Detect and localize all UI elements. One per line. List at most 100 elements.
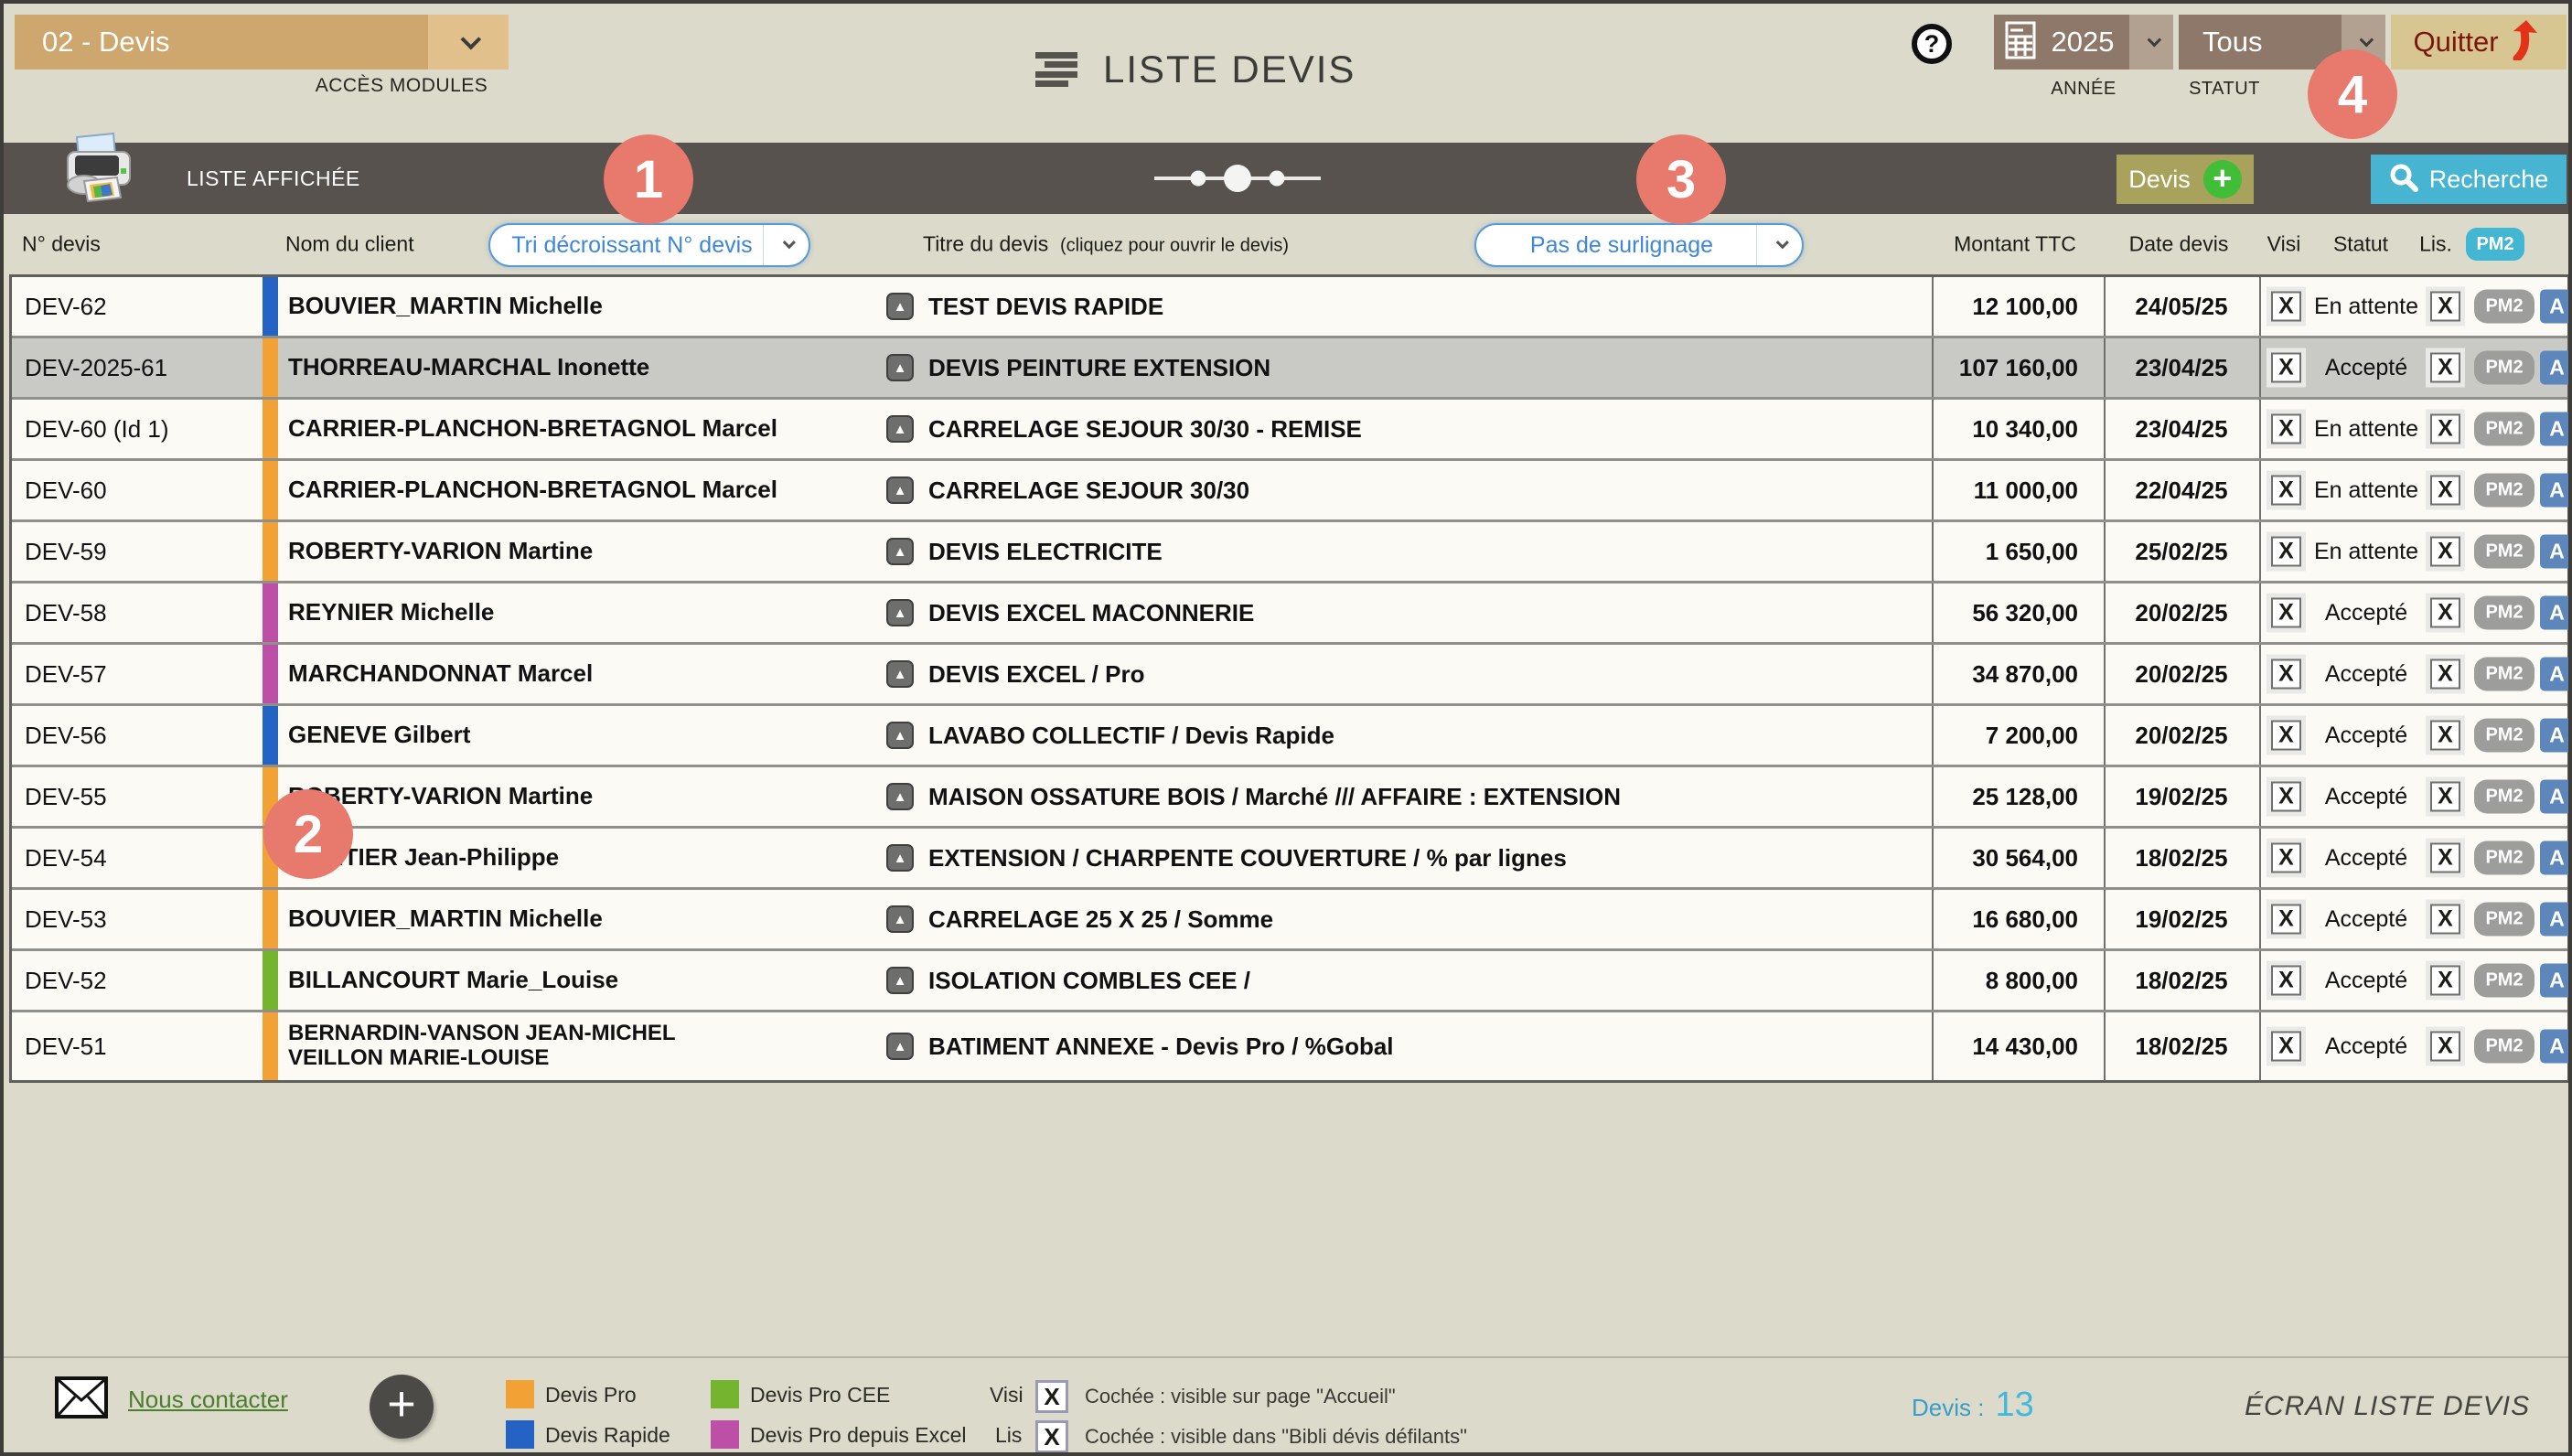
devis-title[interactable]: MAISON OSSATURE BOIS / Marché /// AFFAIR…: [928, 767, 1621, 826]
pm2-badge[interactable]: PM2: [2474, 474, 2534, 508]
table-row[interactable]: DEV-59 ROBERTY-VARION Martine ▲ DEVIS EL…: [12, 522, 2567, 583]
devis-title[interactable]: ISOLATION COMBLES CEE /: [928, 951, 1250, 1010]
printer-icon[interactable]: [57, 132, 141, 215]
quit-button[interactable]: Quitter: [2391, 15, 2567, 70]
table-row[interactable]: DEV-55 ROBERTY-VARION Martine ▲ MAISON O…: [12, 767, 2567, 829]
lis-checkbox[interactable]: X: [2430, 598, 2460, 628]
pm2-badge[interactable]: PM2: [2474, 351, 2534, 385]
table-row[interactable]: DEV-60 CARRIER-PLANCHON-BRETAGNOL Marcel…: [12, 461, 2567, 522]
pm2-badge[interactable]: PM2: [2474, 535, 2534, 569]
search-button[interactable]: Recherche: [2371, 155, 2567, 204]
slider-dot-small-left[interactable]: [1191, 171, 1206, 187]
a-badge[interactable]: A: [2540, 658, 2572, 691]
devis-title[interactable]: DEVIS PEINTURE EXTENSION: [928, 338, 1270, 397]
devis-title[interactable]: DEVIS ELECTRICITE: [928, 522, 1163, 581]
lis-checkbox[interactable]: X: [2430, 966, 2460, 996]
open-devis-icon[interactable]: ▲: [886, 599, 914, 626]
pm2-badge[interactable]: PM2: [2474, 412, 2534, 446]
slider-dot-large[interactable]: [1224, 165, 1251, 192]
pm2-badge[interactable]: PM2: [2474, 780, 2534, 814]
a-badge[interactable]: A: [2540, 351, 2572, 385]
open-devis-icon[interactable]: ▲: [886, 476, 914, 504]
add-button[interactable]: +: [370, 1375, 434, 1439]
lis-checkbox[interactable]: X: [2430, 414, 2460, 444]
lis-checkbox[interactable]: X: [2430, 659, 2460, 690]
table-row[interactable]: DEV-51 BERNARDIN-VANSON JEAN-MICHELVEILL…: [12, 1012, 2567, 1080]
pm2-badge[interactable]: PM2: [2474, 1030, 2534, 1064]
pm2-badge[interactable]: PM2: [2474, 290, 2534, 324]
a-badge[interactable]: A: [2540, 719, 2572, 753]
sort-dropdown[interactable]: Tri décroissant N° devis: [488, 223, 810, 267]
lis-checkbox[interactable]: X: [2430, 721, 2460, 751]
lis-checkbox[interactable]: X: [2430, 476, 2460, 506]
open-devis-icon[interactable]: ▲: [886, 1033, 914, 1060]
visi-checkbox[interactable]: X: [2271, 1032, 2301, 1062]
open-devis-icon[interactable]: ▲: [886, 660, 914, 688]
pm2-badge[interactable]: PM2: [2474, 964, 2534, 998]
pm2-badge[interactable]: PM2: [2474, 903, 2534, 937]
table-row[interactable]: DEV-60 (Id 1) CARRIER-PLANCHON-BRETAGNOL…: [12, 400, 2567, 461]
table-row[interactable]: DEV-57 MARCHANDONNAT Marcel ▲ DEVIS EXCE…: [12, 645, 2567, 706]
table-row[interactable]: DEV-58 REYNIER Michelle ▲ DEVIS EXCEL MA…: [12, 583, 2567, 645]
slider-dot-small-right[interactable]: [1270, 171, 1285, 187]
visi-checkbox[interactable]: X: [2271, 292, 2301, 322]
a-badge[interactable]: A: [2540, 780, 2572, 814]
open-devis-icon[interactable]: ▲: [886, 538, 914, 565]
a-badge[interactable]: A: [2540, 964, 2572, 998]
open-devis-icon[interactable]: ▲: [886, 354, 914, 381]
lis-checkbox[interactable]: X: [2430, 537, 2460, 567]
visi-checkbox[interactable]: X: [2271, 782, 2301, 812]
devis-title[interactable]: DEVIS EXCEL MACONNERIE: [928, 583, 1254, 642]
open-devis-icon[interactable]: ▲: [886, 722, 914, 749]
visi-checkbox[interactable]: X: [2271, 721, 2301, 751]
table-row[interactable]: DEV-56 GENEVE Gilbert ▲ LAVABO COLLECTIF…: [12, 706, 2567, 767]
open-devis-icon[interactable]: ▲: [886, 783, 914, 810]
help-icon[interactable]: ?: [1912, 24, 1952, 64]
devis-title[interactable]: CARRELAGE 25 X 25 / Somme: [928, 890, 1273, 948]
devis-title[interactable]: CARRELAGE SEJOUR 30/30: [928, 461, 1249, 519]
pm2-badge[interactable]: PM2: [2474, 596, 2534, 630]
pm2-badge[interactable]: PM2: [2474, 658, 2534, 691]
visi-checkbox[interactable]: X: [2271, 966, 2301, 996]
devis-title[interactable]: LAVABO COLLECTIF / Devis Rapide: [928, 706, 1334, 765]
lis-checkbox[interactable]: X: [2430, 843, 2460, 873]
list-size-slider[interactable]: [1154, 143, 1321, 214]
open-devis-icon[interactable]: ▲: [886, 415, 914, 443]
lis-checkbox[interactable]: X: [2430, 782, 2460, 812]
pm2-badge[interactable]: PM2: [2474, 841, 2534, 875]
visi-checkbox[interactable]: X: [2271, 843, 2301, 873]
pm2-badge[interactable]: PM2: [2474, 719, 2534, 753]
a-badge[interactable]: A: [2540, 1030, 2572, 1064]
table-row[interactable]: DEV-54 MONTIER Jean-Philippe ▲ EXTENSION…: [12, 829, 2567, 890]
visi-checkbox[interactable]: X: [2271, 905, 2301, 935]
open-devis-icon[interactable]: ▲: [886, 967, 914, 994]
a-badge[interactable]: A: [2540, 412, 2572, 446]
a-badge[interactable]: A: [2540, 903, 2572, 937]
table-row[interactable]: DEV-53 BOUVIER_MARTIN Michelle ▲ CARRELA…: [12, 890, 2567, 951]
devis-title[interactable]: DEVIS EXCEL / Pro: [928, 645, 1144, 703]
visi-checkbox[interactable]: X: [2271, 598, 2301, 628]
module-selector[interactable]: 02 - Devis: [15, 15, 509, 70]
a-badge[interactable]: A: [2540, 841, 2572, 875]
open-devis-icon[interactable]: ▲: [886, 293, 914, 320]
visi-checkbox[interactable]: X: [2271, 476, 2301, 506]
visi-checkbox[interactable]: X: [2271, 353, 2301, 383]
year-selector[interactable]: 2025: [1994, 15, 2173, 70]
visi-checkbox[interactable]: X: [2271, 414, 2301, 444]
visi-checkbox[interactable]: X: [2271, 537, 2301, 567]
devis-title[interactable]: CARRELAGE SEJOUR 30/30 - REMISE: [928, 400, 1362, 458]
new-devis-button[interactable]: Devis +: [2117, 155, 2254, 204]
lis-checkbox[interactable]: X: [2430, 292, 2460, 322]
a-badge[interactable]: A: [2540, 290, 2572, 324]
devis-title[interactable]: TEST DEVIS RAPIDE: [928, 277, 1163, 336]
lis-checkbox[interactable]: X: [2430, 1032, 2460, 1062]
devis-title[interactable]: BATIMENT ANNEXE - Devis Pro / %Gobal: [928, 1012, 1394, 1080]
open-devis-icon[interactable]: ▲: [886, 905, 914, 933]
lis-checkbox[interactable]: X: [2430, 353, 2460, 383]
a-badge[interactable]: A: [2540, 535, 2572, 569]
table-row[interactable]: DEV-62 BOUVIER_MARTIN Michelle ▲ TEST DE…: [12, 277, 2567, 338]
visi-checkbox[interactable]: X: [2271, 659, 2301, 690]
table-row[interactable]: DEV-52 BILLANCOURT Marie_Louise ▲ ISOLAT…: [12, 951, 2567, 1012]
open-devis-icon[interactable]: ▲: [886, 844, 914, 872]
table-row[interactable]: DEV-2025-61 THORREAU-MARCHAL Inonette ▲ …: [12, 338, 2567, 400]
